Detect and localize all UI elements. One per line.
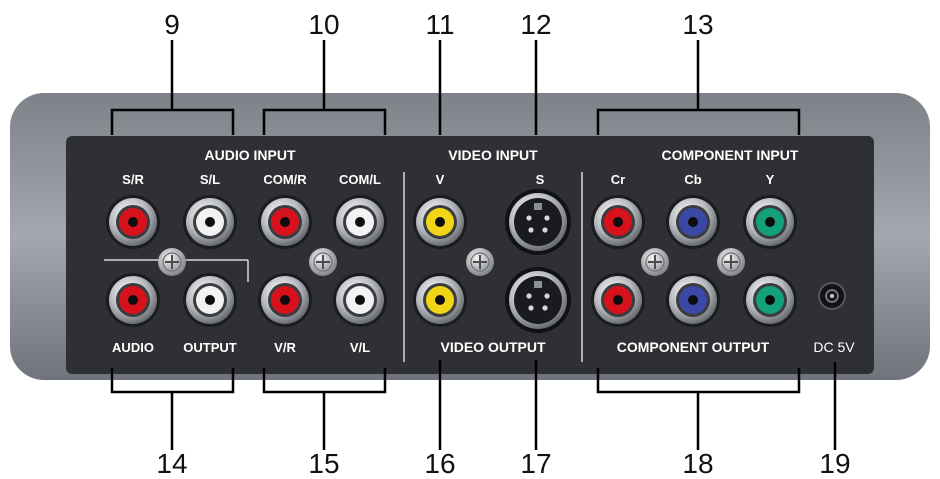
audio-input-heading: AUDIO INPUT [205,147,296,163]
video-screw [466,248,494,276]
s-l-jack [183,195,237,249]
com-l-jack [333,195,387,249]
s-video-input-jack [505,189,571,255]
cb-output-jack [666,273,720,327]
cb-label: Cb [684,172,701,187]
callout-12: 12 [520,9,551,40]
component-screw-left [641,248,669,276]
video-output-jack [413,273,467,327]
com-r-label: COM/R [263,172,307,187]
s-l-label: S/L [200,172,220,187]
bracket-18 [596,368,801,450]
dc-power-jack [818,282,846,310]
y-input-jack [743,195,797,249]
s-video-label: S [536,172,545,187]
s-video-output-jack [505,267,571,333]
s-r-label: S/R [122,172,144,187]
audio-screw [158,248,186,276]
callout-18: 18 [682,448,713,479]
y-output-jack [743,273,797,327]
callout-17: 17 [520,448,551,479]
cr-label: Cr [611,172,625,187]
video-input-heading: VIDEO INPUT [448,147,538,163]
callout-16: 16 [424,448,455,479]
audio-label: AUDIO [112,340,154,355]
s-r-jack [106,195,160,249]
callout-11: 11 [425,9,454,40]
v-l-label: V/L [350,340,370,355]
callout-14: 14 [156,448,187,479]
audio-output-r-jack [106,273,160,327]
audio-output-l-jack [183,273,237,327]
cr-output-jack [591,273,645,327]
com-l-label: COM/L [339,172,381,187]
cr-input-jack [591,195,645,249]
bracket-14 [110,368,235,450]
callout-19: 19 [819,448,850,479]
callout-13: 13 [682,9,713,40]
bracket-15 [262,368,387,450]
y-label: Y [766,172,775,187]
v-r-label: V/R [274,340,296,355]
rear-panel-diagram: AUDIO INPUT VIDEO INPUT COMPONENT INPUT … [10,9,930,479]
component-input-heading: COMPONENT INPUT [662,147,799,163]
callout-15: 15 [308,448,339,479]
callout-9: 9 [164,9,180,40]
video-input-jack [413,195,467,249]
callout-10: 10 [308,9,339,40]
component-screw-right [717,248,745,276]
cb-input-jack [666,195,720,249]
video-output-heading: VIDEO OUTPUT [440,339,545,355]
component-output-heading: COMPONENT OUTPUT [617,339,770,355]
dc-5v-label: DC 5V [813,339,855,355]
com-screw [309,248,337,276]
v-r-jack [258,273,312,327]
com-r-jack [258,195,312,249]
v-l-jack [333,273,387,327]
v-label: V [436,172,445,187]
output-label: OUTPUT [183,340,237,355]
